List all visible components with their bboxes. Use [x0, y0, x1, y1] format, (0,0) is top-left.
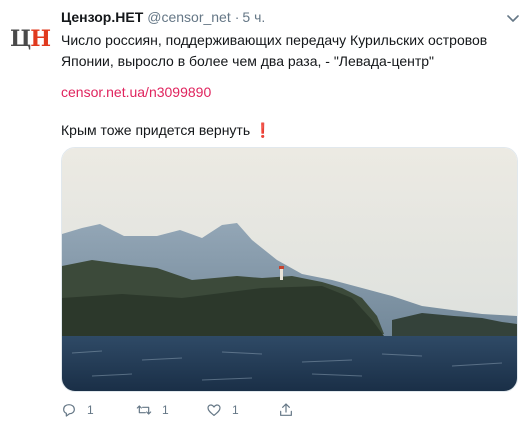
author-name[interactable]: Цензор.НЕТ [61, 9, 143, 25]
tweet-text: Число россиян, поддерживающих передачу К… [61, 30, 511, 72]
retweet-button[interactable]: 1 [136, 402, 169, 418]
reply-icon [63, 404, 75, 417]
reply-button[interactable]: 1 [61, 402, 94, 418]
photo-landscape [62, 148, 517, 391]
tweet-text-line2: Крым тоже придется вернуть ❗ [61, 122, 272, 139]
tweet-photo[interactable] [61, 147, 518, 392]
like-icon [207, 404, 221, 416]
tweet-header: Цензор.НЕТ @censor_net · 5 ч. [61, 9, 510, 29]
author-handle[interactable]: @censor_net [147, 9, 230, 25]
like-count: 1 [232, 403, 239, 417]
chevron-down-icon[interactable] [506, 14, 520, 24]
separator: · [234, 9, 240, 25]
tweet[interactable]: ЦН Цензор.НЕТ @censor_net · 5 ч. Число росс… [0, 0, 530, 428]
share-button[interactable] [278, 402, 294, 418]
timestamp[interactable]: 5 ч. [242, 9, 265, 25]
share-icon [280, 403, 292, 416]
reply-count: 1 [87, 403, 94, 417]
exclamation-emoji: ❗ [254, 122, 272, 138]
avatar-letter-1: Ц [9, 26, 31, 52]
retweet-icon [136, 405, 152, 415]
tweet-text-content: Число россиян, поддерживающих передачу К… [61, 32, 488, 69]
avatar[interactable]: ЦН [9, 18, 51, 60]
avatar-letter-2: Н [30, 26, 51, 52]
tweet-link[interactable]: censor.net.ua/n3099890 [61, 84, 211, 100]
tweet-line2-text: Крым тоже придется вернуть [61, 122, 251, 138]
tweet-actions: 1 1 1 [61, 402, 511, 422]
retweet-count: 1 [162, 403, 169, 417]
like-button[interactable]: 1 [206, 402, 239, 418]
